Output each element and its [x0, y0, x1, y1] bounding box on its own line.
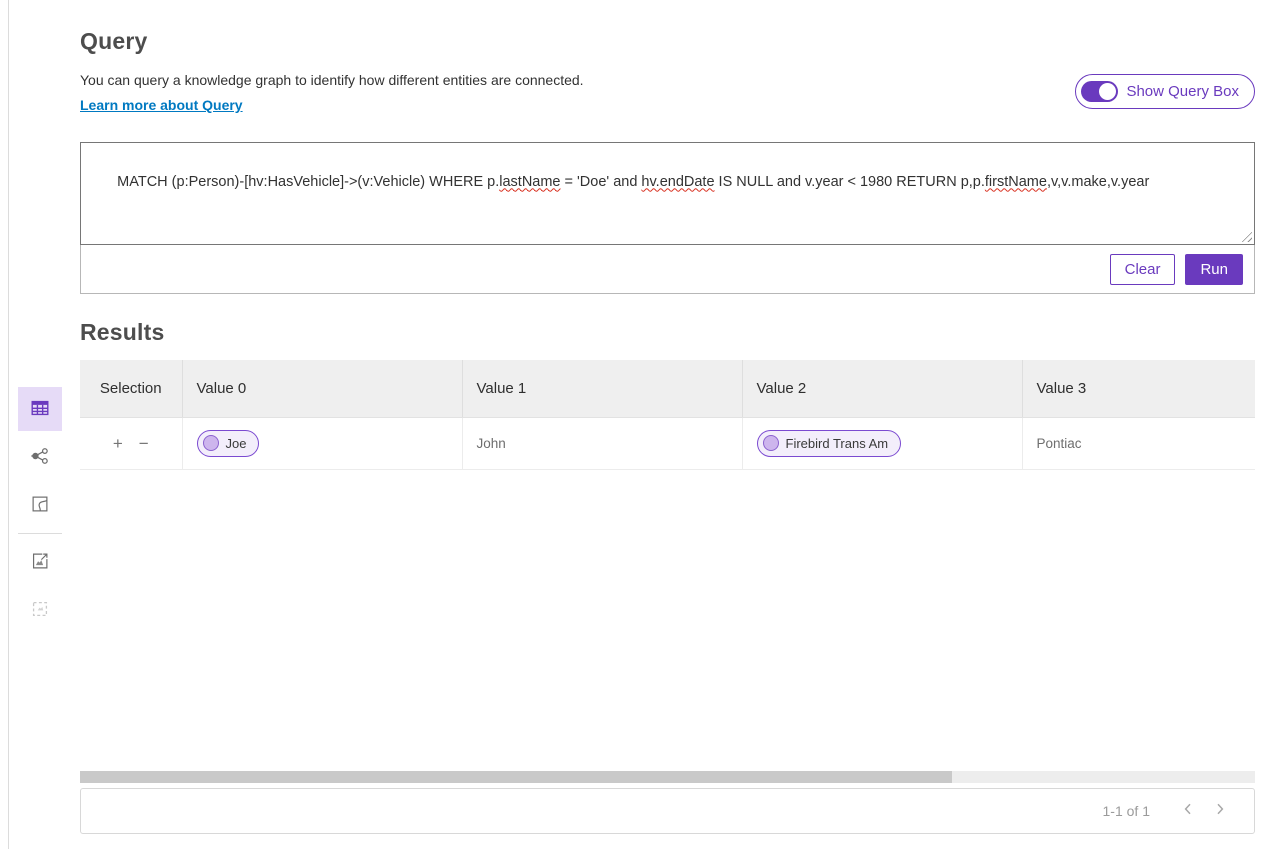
results-empty-area	[80, 470, 1255, 771]
chevron-left-icon	[1180, 801, 1196, 820]
column-header-value0: Value 0	[182, 360, 462, 417]
entity-pill-firebird[interactable]: Firebird Trans Am	[757, 430, 902, 457]
selection-to-map-icon	[29, 550, 51, 575]
link-chart-view-button[interactable]	[18, 435, 62, 479]
collapsed-panel-divider	[8, 0, 9, 849]
horizontal-scrollbar-thumb[interactable]	[80, 771, 952, 783]
value1-cell: John	[462, 417, 742, 469]
clear-button[interactable]: Clear	[1110, 254, 1176, 285]
toggle-switch-icon	[1081, 81, 1118, 102]
page-title: Query	[80, 0, 1255, 55]
results-view-rail	[18, 387, 62, 632]
marquee-select-button[interactable]	[18, 588, 62, 632]
selection-cell: + −	[80, 417, 182, 469]
textarea-resize-handle-icon[interactable]	[1239, 229, 1252, 242]
entity-pill-label: Joe	[226, 436, 247, 451]
query-input[interactable]: MATCH (p:Person)-[hv:HasVehicle]->(v:Veh…	[80, 142, 1255, 245]
learn-more-link[interactable]: Learn more about Query	[80, 97, 243, 113]
table-row: + − Joe John Firebird Trans Am	[80, 417, 1255, 469]
chevron-right-icon	[1212, 801, 1228, 820]
link-chart-icon	[29, 445, 51, 470]
entity-pill-joe[interactable]: Joe	[197, 430, 260, 457]
show-query-box-toggle[interactable]: Show Query Box	[1075, 74, 1255, 109]
column-header-value1: Value 1	[462, 360, 742, 417]
previous-page-button[interactable]	[1172, 795, 1204, 827]
column-header-value2: Value 2	[742, 360, 1022, 417]
table-icon	[29, 397, 51, 422]
query-text: MATCH (p:Person)-[hv:HasVehicle]->(v:Veh…	[117, 174, 1149, 190]
remove-from-selection-button[interactable]: −	[136, 433, 152, 454]
next-page-button[interactable]	[1204, 795, 1236, 827]
map-view-button[interactable]	[18, 483, 62, 527]
pagination-range: 1-1 of 1	[1103, 803, 1150, 819]
query-panel: MATCH (p:Person)-[hv:HasVehicle]->(v:Veh…	[80, 142, 1255, 294]
column-header-selection: Selection	[80, 360, 182, 417]
value2-cell: Firebird Trans Am	[742, 417, 1022, 469]
selection-to-map-button[interactable]	[18, 540, 62, 584]
run-button[interactable]: Run	[1185, 254, 1243, 285]
marquee-select-icon	[29, 598, 51, 623]
entity-dot-icon	[763, 435, 779, 451]
pagination-bar: 1-1 of 1	[80, 788, 1255, 834]
value3-cell: Pontiac	[1022, 417, 1255, 469]
table-view-button[interactable]	[18, 387, 62, 431]
add-to-selection-button[interactable]: +	[110, 433, 126, 454]
results-title: Results	[80, 319, 1255, 346]
horizontal-scrollbar[interactable]	[80, 771, 1255, 783]
query-actions: Clear Run	[81, 245, 1254, 293]
value0-cell: Joe	[182, 417, 462, 469]
column-header-value3: Value 3	[1022, 360, 1255, 417]
show-query-box-label: Show Query Box	[1126, 83, 1239, 100]
entity-dot-icon	[203, 435, 219, 451]
rail-divider	[18, 533, 62, 534]
entity-pill-label: Firebird Trans Am	[786, 436, 889, 451]
results-header-row: Selection Value 0 Value 1 Value 2 Value …	[80, 360, 1255, 417]
results-table: Selection Value 0 Value 1 Value 2 Value …	[80, 360, 1255, 470]
map-icon	[29, 493, 51, 518]
